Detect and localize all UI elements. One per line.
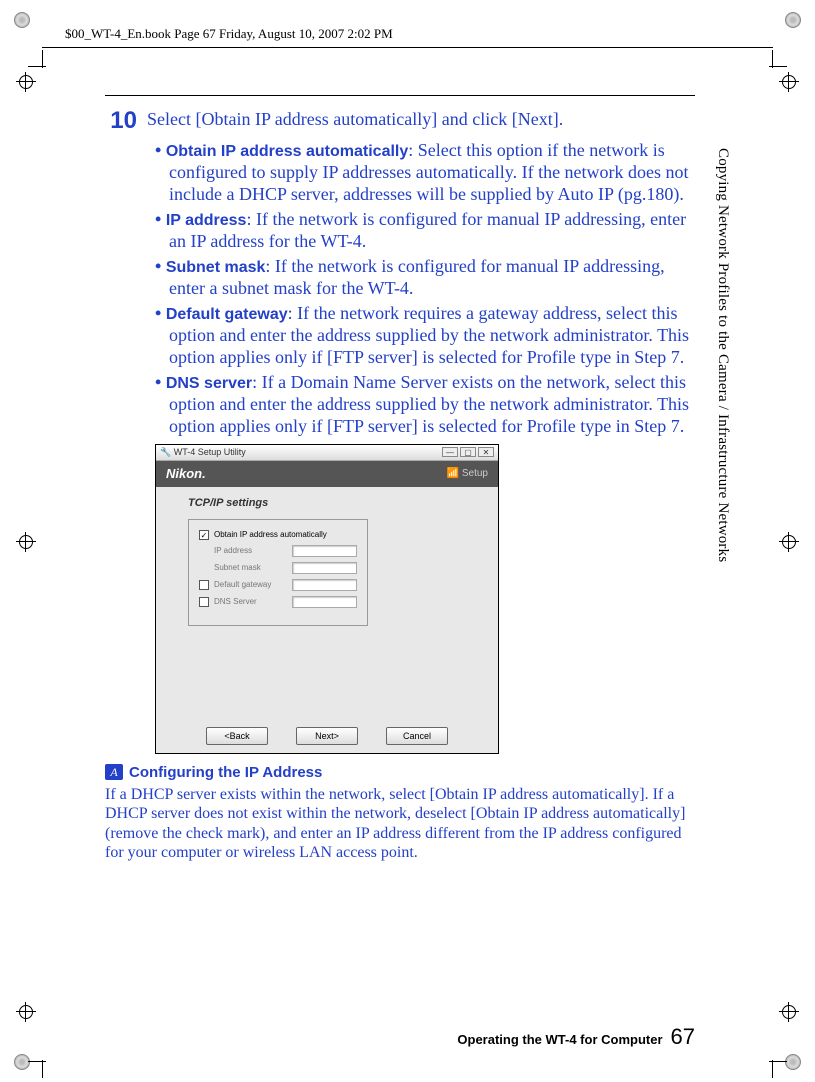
dialog-brand-bar: Nikon. 📶 Setup bbox=[156, 461, 498, 487]
registration-mark bbox=[779, 72, 799, 92]
binding-hole bbox=[14, 12, 30, 28]
back-button[interactable]: <Back bbox=[206, 727, 268, 745]
cancel-button[interactable]: Cancel bbox=[386, 727, 448, 745]
ip-address-label: IP address bbox=[214, 546, 292, 555]
registration-mark bbox=[16, 72, 36, 92]
list-item: DNS server: If a Domain Name Server exis… bbox=[155, 372, 695, 438]
minimize-icon: — bbox=[442, 447, 458, 457]
dialog-titlebar: 🔧 WT-4 Setup Utility — ▢ ✕ bbox=[156, 445, 498, 461]
obtain-ip-label: Obtain IP address automatically bbox=[214, 530, 327, 539]
registration-mark bbox=[779, 532, 799, 552]
dns-server-checkbox[interactable] bbox=[199, 597, 209, 607]
section-sidebar-label: Copying Network Profiles to the Camera /… bbox=[714, 148, 731, 562]
close-icon: ✕ bbox=[478, 447, 494, 457]
registration-mark bbox=[779, 1002, 799, 1022]
maximize-icon: ▢ bbox=[460, 447, 476, 457]
header-rule bbox=[42, 47, 773, 48]
default-gateway-input[interactable] bbox=[292, 579, 357, 591]
registration-mark bbox=[16, 532, 36, 552]
list-item: Default gateway: If the network requires… bbox=[155, 303, 695, 369]
print-header: $00_WT-4_En.book Page 67 Friday, August … bbox=[65, 26, 393, 42]
page-number: 67 bbox=[671, 1024, 695, 1050]
dialog-section-title: TCP/IP settings bbox=[188, 497, 472, 509]
dialog-title: 🔧 WT-4 Setup Utility bbox=[160, 447, 246, 458]
list-item: IP address: If the network is configured… bbox=[155, 209, 695, 253]
note-icon: A bbox=[105, 764, 123, 780]
binding-hole bbox=[785, 1054, 801, 1070]
default-gateway-label: Default gateway bbox=[214, 580, 292, 589]
footer-section-label: Operating the WT-4 for Computer bbox=[457, 1032, 662, 1047]
binding-hole bbox=[14, 1054, 30, 1070]
default-gateway-checkbox[interactable] bbox=[199, 580, 209, 590]
setup-utility-screenshot: 🔧 WT-4 Setup Utility — ▢ ✕ Nikon. 📶 Setu… bbox=[155, 444, 499, 754]
registration-mark bbox=[16, 1002, 36, 1022]
list-item: Subnet mask: If the network is configure… bbox=[155, 256, 695, 300]
option-bullets: Obtain IP address automatically: Select … bbox=[155, 140, 695, 437]
step-row: 10 Select [Obtain IP address automatical… bbox=[105, 108, 695, 134]
setup-indicator: 📶 Setup bbox=[447, 468, 488, 479]
step-instruction: Select [Obtain IP address automatically]… bbox=[147, 108, 695, 131]
content-rule bbox=[105, 95, 695, 96]
list-item: Obtain IP address automatically: Select … bbox=[155, 140, 695, 206]
next-button[interactable]: Next> bbox=[296, 727, 358, 745]
note-body: If a DHCP server exists within the netwo… bbox=[105, 785, 695, 863]
brand-logo: Nikon. bbox=[166, 466, 206, 481]
dns-server-input[interactable] bbox=[292, 596, 357, 608]
tcpip-panel: ✓ Obtain IP address automatically IP add… bbox=[188, 519, 368, 626]
obtain-ip-checkbox[interactable]: ✓ bbox=[199, 530, 209, 540]
page-content: 10 Select [Obtain IP address automatical… bbox=[105, 95, 695, 1042]
ip-address-input[interactable] bbox=[292, 545, 357, 557]
binding-hole bbox=[785, 12, 801, 28]
subnet-mask-input[interactable] bbox=[292, 562, 357, 574]
note-title: Configuring the IP Address bbox=[129, 764, 322, 781]
page-footer: Operating the WT-4 for Computer 67 bbox=[105, 1024, 695, 1050]
dns-server-label: DNS Server bbox=[214, 597, 292, 606]
step-number: 10 bbox=[105, 108, 147, 134]
subnet-mask-label: Subnet mask bbox=[214, 563, 292, 572]
note-header: A Configuring the IP Address bbox=[105, 764, 695, 781]
